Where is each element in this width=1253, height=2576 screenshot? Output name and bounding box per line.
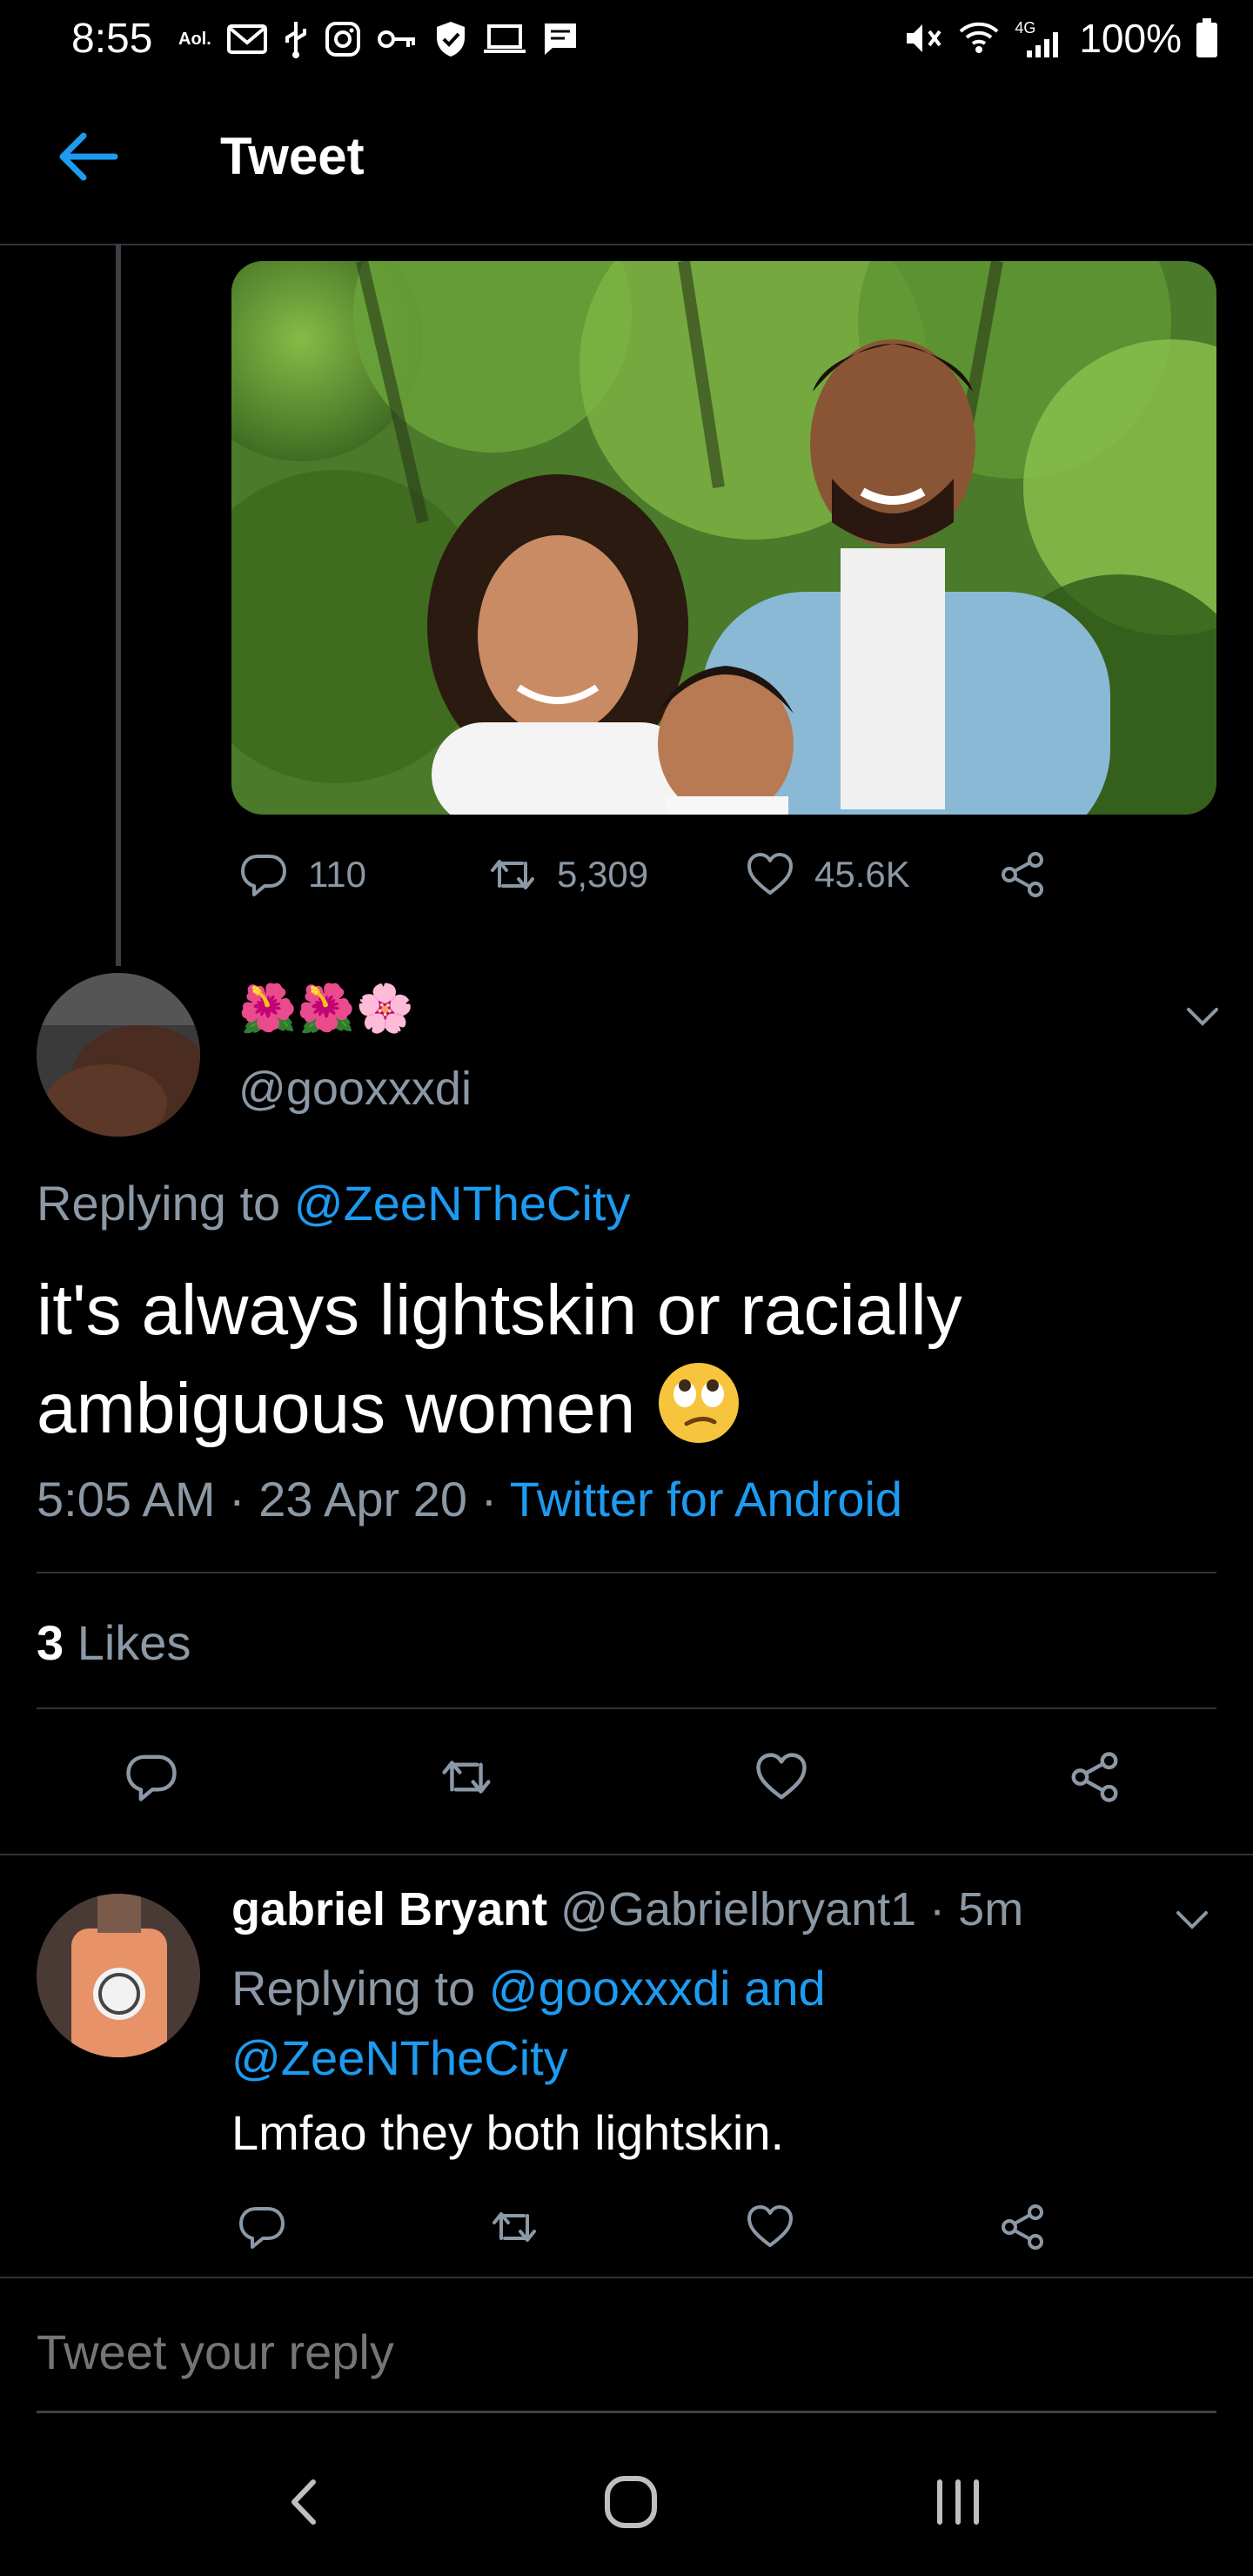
- like-count: 45.6K: [814, 854, 910, 895]
- tweet-photo[interactable]: [231, 261, 1216, 815]
- retweet-count: 5,309: [557, 854, 649, 895]
- retweet-icon: [442, 1761, 491, 1794]
- reply-icon: [126, 1754, 177, 1801]
- thread-connector-line: [116, 244, 121, 966]
- parent-like-button[interactable]: 45.6K: [745, 849, 910, 900]
- nav-back-button[interactable]: [278, 2472, 331, 2532]
- status-system-icons: 4G 100%: [903, 14, 1218, 63]
- tweet-text: it's always lightskin or racially ambigu…: [37, 1271, 962, 1448]
- divider: [37, 1572, 1216, 1573]
- author-display-name[interactable]: 🌺🌺🌸: [238, 982, 414, 1036]
- likes-summary[interactable]: 3 Likes: [37, 1614, 191, 1671]
- gmail-icon: [226, 24, 267, 54]
- tweet-body: it's always lightskin or racially ambigu…: [37, 1262, 1220, 1458]
- tweet-date: 23 Apr 20: [258, 1472, 467, 1526]
- reply-reply-button[interactable]: [237, 2202, 287, 2252]
- tweet-options-button[interactable]: [1178, 992, 1227, 1041]
- divider: [37, 1707, 1216, 1709]
- reply-replying-prefix: Replying to: [231, 1961, 476, 2016]
- parent-share-button[interactable]: [997, 849, 1048, 900]
- like-icon: [756, 1753, 807, 1800]
- laptop-icon: [483, 24, 526, 53]
- replying-to-line: Replying to @ZeeNTheCity: [37, 1175, 630, 1231]
- key-icon: [377, 30, 415, 48]
- reply-button[interactable]: [124, 1749, 179, 1805]
- message-icon: [544, 23, 576, 55]
- aol-icon: Aol.: [178, 29, 211, 49]
- nav-home-button[interactable]: [600, 2472, 661, 2532]
- parent-reply-button[interactable]: 110: [238, 849, 366, 900]
- retweet-button[interactable]: [439, 1749, 494, 1805]
- share-icon: [1071, 1752, 1118, 1802]
- battery-percent: 100%: [1079, 16, 1182, 61]
- tweet-reply-input[interactable]: [37, 2324, 1216, 2380]
- top-app-bar: [0, 78, 1253, 245]
- status-notification-icons: Aol.: [178, 17, 579, 61]
- reply-avatar-image: [37, 1894, 200, 2057]
- author-handle[interactable]: @gooxxxdi: [238, 1062, 472, 1116]
- battery-icon: [1196, 18, 1217, 57]
- reply-share-button[interactable]: [997, 2202, 1048, 2252]
- instagram-icon: [325, 22, 360, 57]
- signal-icon: 4G: [1015, 19, 1065, 57]
- status-time: 8:55: [71, 16, 153, 62]
- like-button[interactable]: [754, 1749, 809, 1805]
- tweet-source-link[interactable]: Twitter for Android: [510, 1472, 902, 1526]
- parent-retweet-button[interactable]: 5,309: [487, 849, 648, 900]
- shield-icon: [436, 22, 465, 57]
- reply-age: 5m: [958, 1883, 1024, 1935]
- mute-icon: [907, 24, 941, 52]
- reply-display-name[interactable]: gabriel Bryant: [231, 1883, 547, 1935]
- avatar-image: [37, 973, 200, 1137]
- nav-home-icon: [605, 2476, 657, 2528]
- reply-icon: [239, 2207, 285, 2249]
- wifi-icon: [959, 22, 999, 53]
- share-icon: [1002, 2204, 1043, 2250]
- back-button[interactable]: [52, 122, 122, 191]
- photo-illustration: [231, 261, 1216, 815]
- reply-retweet-button[interactable]: [489, 2202, 539, 2252]
- reply-count: 110: [308, 854, 366, 895]
- like-icon: [747, 2205, 793, 2247]
- reply-header: gabriel Bryant @Gabrielbryant1 · 5m: [231, 1883, 1024, 1935]
- avatar[interactable]: [37, 973, 200, 1137]
- reply-like-button[interactable]: [745, 2202, 795, 2252]
- reply-icon: [241, 855, 286, 896]
- divider: [0, 1854, 1253, 1855]
- reply-text: Lmfao they both lightskin.: [231, 2105, 785, 2160]
- nav-back-icon: [291, 2479, 316, 2525]
- reply-replying-link-1[interactable]: @gooxxxdi: [489, 1961, 731, 2016]
- chevron-down-icon: [1187, 1008, 1218, 1026]
- status-bar: 8:55 Aol. 4G 100%: [0, 0, 1253, 78]
- reply-replying-to-line: Replying to @gooxxxdi and @ZeeNTheCity: [231, 1954, 1189, 2093]
- nav-recents-icon: [937, 2479, 979, 2525]
- page-title: Tweet: [220, 127, 365, 185]
- chevron-down-icon: [1176, 1911, 1208, 1929]
- tweet-time: 5:05 AM: [37, 1472, 216, 1526]
- usb-icon: [285, 22, 306, 58]
- share-icon: [1002, 852, 1043, 897]
- share-button[interactable]: [1067, 1749, 1122, 1805]
- retweet-icon: [491, 860, 534, 889]
- replying-prefix: Replying to: [37, 1176, 281, 1231]
- like-icon: [747, 853, 793, 895]
- likes-label: Likes: [77, 1615, 191, 1670]
- reply-replying-link-2[interactable]: @ZeeNTheCity: [231, 2030, 568, 2085]
- replying-to-link[interactable]: @ZeeNTheCity: [294, 1176, 631, 1231]
- reply-handle[interactable]: @Gabrielbryant1: [560, 1883, 916, 1935]
- reply-avatar[interactable]: [37, 1894, 200, 2057]
- reply-replying-and[interactable]: and: [744, 1961, 825, 2016]
- back-arrow-icon: [59, 132, 118, 181]
- nav-recents-button[interactable]: [928, 2472, 988, 2532]
- retweet-icon: [492, 2212, 536, 2242]
- divider: [0, 2277, 1253, 2278]
- likes-count: 3: [37, 1615, 64, 1670]
- reply-options-button[interactable]: [1168, 1895, 1216, 1944]
- tweet-metadata: 5:05 AM · 23 Apr 20 · Twitter for Androi…: [37, 1472, 903, 1526]
- compose-underline: [37, 2411, 1216, 2413]
- face-with-rolling-eyes-icon: [659, 1363, 740, 1443]
